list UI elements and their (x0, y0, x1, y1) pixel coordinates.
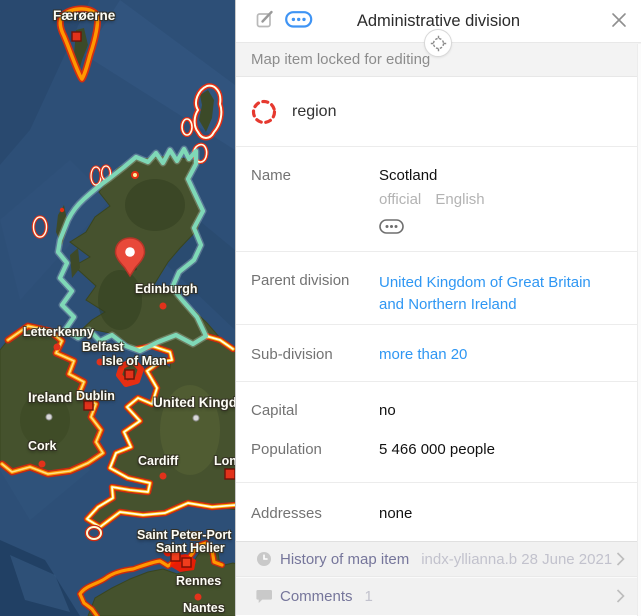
field-addresses: Addresses none (236, 483, 641, 541)
name-attr-language: English (435, 191, 484, 208)
comment-icon (256, 588, 272, 604)
panel-scrollbar-gutter[interactable] (637, 44, 641, 616)
field-name-value: Scotland (379, 167, 619, 184)
close-icon (610, 11, 628, 29)
field-subdivision: Sub-division more than 20 (236, 325, 641, 382)
history-meta: indx-yllianna.b 28 June 2021 (421, 551, 612, 568)
map-label-ireland: Ireland (28, 391, 72, 405)
field-population: Population 5 466 000 people (236, 429, 641, 483)
parent-division-link[interactable]: United Kingdom of Great Britain and Nort… (379, 274, 591, 313)
item-type-label: region (292, 103, 336, 121)
name-attr-official: official (379, 191, 421, 208)
field-name: Name Scotland official English (236, 147, 641, 252)
history-row[interactable]: History of map item indx-yllianna.b 28 J… (236, 541, 641, 576)
item-type-row: region (236, 77, 641, 147)
comments-row[interactable]: Comments 1 (236, 576, 641, 615)
field-name-label: Name (251, 167, 379, 251)
history-label: History of map item (280, 551, 409, 568)
chevron-right-icon (616, 589, 625, 603)
field-parent-division: Parent division United Kingdom of Great … (236, 252, 641, 325)
map-label-saint-peter-port: Saint Peter-Port (137, 529, 231, 542)
region-dashed-circle-icon (251, 99, 277, 125)
map-label-united-kingdom: United Kingdom (153, 396, 235, 410)
field-capital: Capital no (236, 382, 641, 429)
map-label-cardiff: Cardiff (138, 455, 178, 468)
field-addresses-value: none (379, 505, 619, 541)
field-subdivision-label: Sub-division (251, 346, 379, 381)
field-addresses-label: Addresses (251, 505, 379, 541)
field-population-label: Population (251, 441, 379, 482)
map-viewport[interactable]: Færøerne Edinburgh Letterkenny Belfast I… (0, 0, 235, 616)
map-label-belfast: Belfast (82, 341, 124, 354)
map-label-london: London (214, 455, 235, 468)
field-name-attributes: official English (379, 191, 619, 208)
close-button[interactable] (610, 11, 628, 29)
map-editor-window: Færøerne Edinburgh Letterkenny Belfast I… (0, 0, 641, 616)
chevron-right-icon (616, 552, 625, 566)
field-population-value: 5 466 000 people (379, 441, 619, 482)
map-label-letterkenny: Letterkenny (23, 326, 94, 339)
clock-icon (256, 551, 272, 567)
map-label-cork: Cork (28, 440, 56, 453)
map-label-faeroerne: Færøerne (53, 9, 115, 23)
field-capital-value: no (379, 402, 619, 429)
map-label-saint-helier: Saint Helier (156, 542, 225, 555)
details-panel: Administrative division Map item locked … (235, 0, 641, 616)
subdivision-link[interactable]: more than 20 (379, 346, 467, 363)
map-label-rennes: Rennes (176, 575, 221, 588)
comments-count: 1 (365, 588, 373, 605)
map-label-edinburgh: Edinburgh (135, 283, 198, 296)
map-label-dublin: Dublin (76, 390, 115, 403)
comments-label: Comments (280, 588, 353, 605)
crosshair-icon (430, 35, 447, 52)
name-more-button[interactable] (379, 219, 404, 234)
field-capital-label: Capital (251, 402, 379, 429)
map-label-isle-of-man: Isle of Man (102, 355, 167, 368)
map-label-nantes: Nantes (183, 602, 225, 615)
field-parent-label: Parent division (251, 272, 379, 324)
map-canvas[interactable] (0, 0, 235, 616)
locate-on-map-button[interactable] (424, 29, 452, 57)
